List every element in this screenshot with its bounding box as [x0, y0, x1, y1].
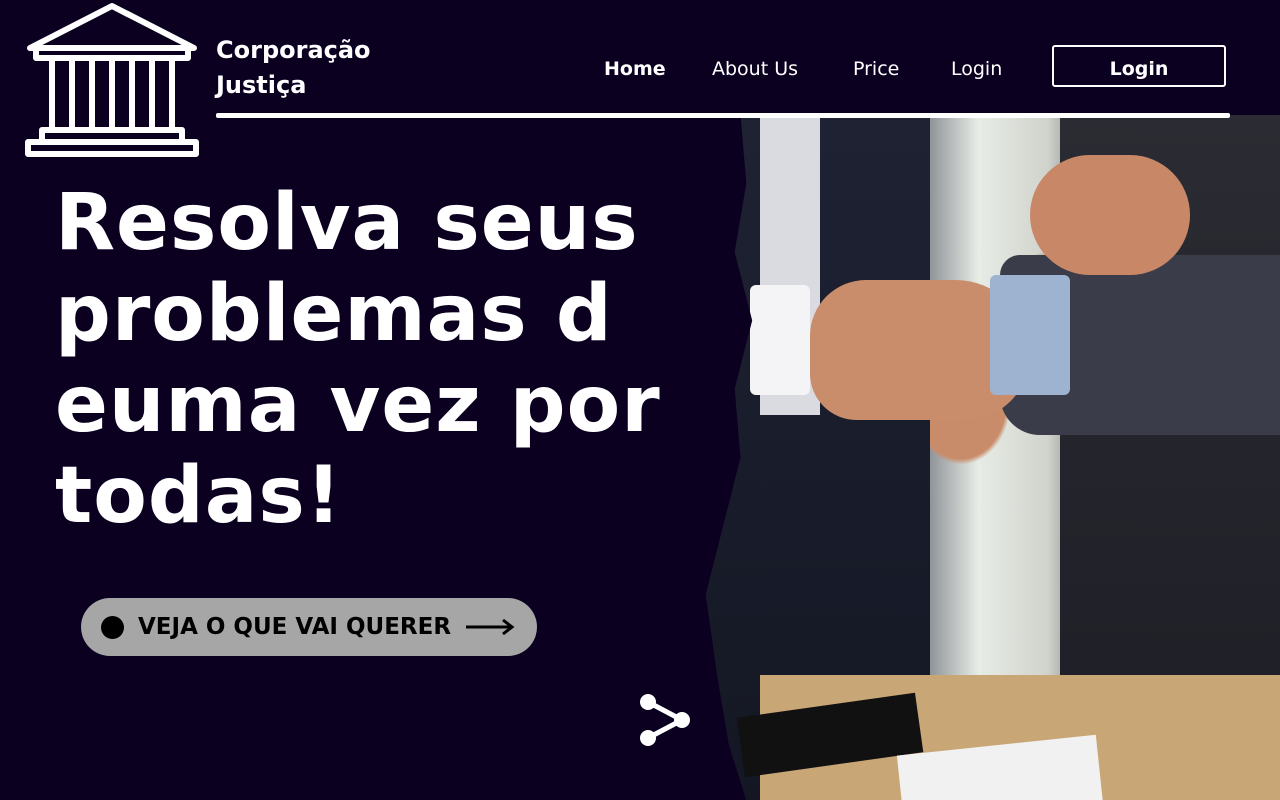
nav-home[interactable]: Home — [604, 55, 666, 83]
nav-login[interactable]: Login — [951, 55, 1002, 83]
nav-price[interactable]: Price — [853, 55, 899, 83]
login-button[interactable]: Login — [1052, 45, 1226, 87]
share-icon[interactable] — [638, 690, 692, 750]
hero-handshake-photo — [705, 115, 1280, 800]
cta-label: VEJA O QUE VAI QUERER — [138, 614, 452, 640]
hero-title-line-2: problemas d — [55, 269, 613, 359]
hero-title-line-3: euma vez por — [55, 360, 661, 450]
courthouse-icon[interactable] — [24, 2, 200, 158]
hero-title-line-1: Resolva seus — [55, 178, 639, 268]
brand-name: Corporação Justiça — [216, 33, 371, 103]
brand-line-2: Justiça — [216, 71, 307, 99]
hero-title: Resolva seus problemas d euma vez por to… — [55, 178, 695, 542]
header-divider — [216, 113, 1230, 118]
brand-line-1: Corporação — [216, 36, 371, 64]
bullet-dot-icon — [101, 615, 124, 639]
cta-button[interactable]: VEJA O QUE VAI QUERER — [81, 598, 537, 656]
nav-about-us[interactable]: About Us — [712, 55, 798, 83]
arrow-right-icon — [466, 618, 515, 636]
hero-title-line-4: todas! — [55, 451, 343, 541]
